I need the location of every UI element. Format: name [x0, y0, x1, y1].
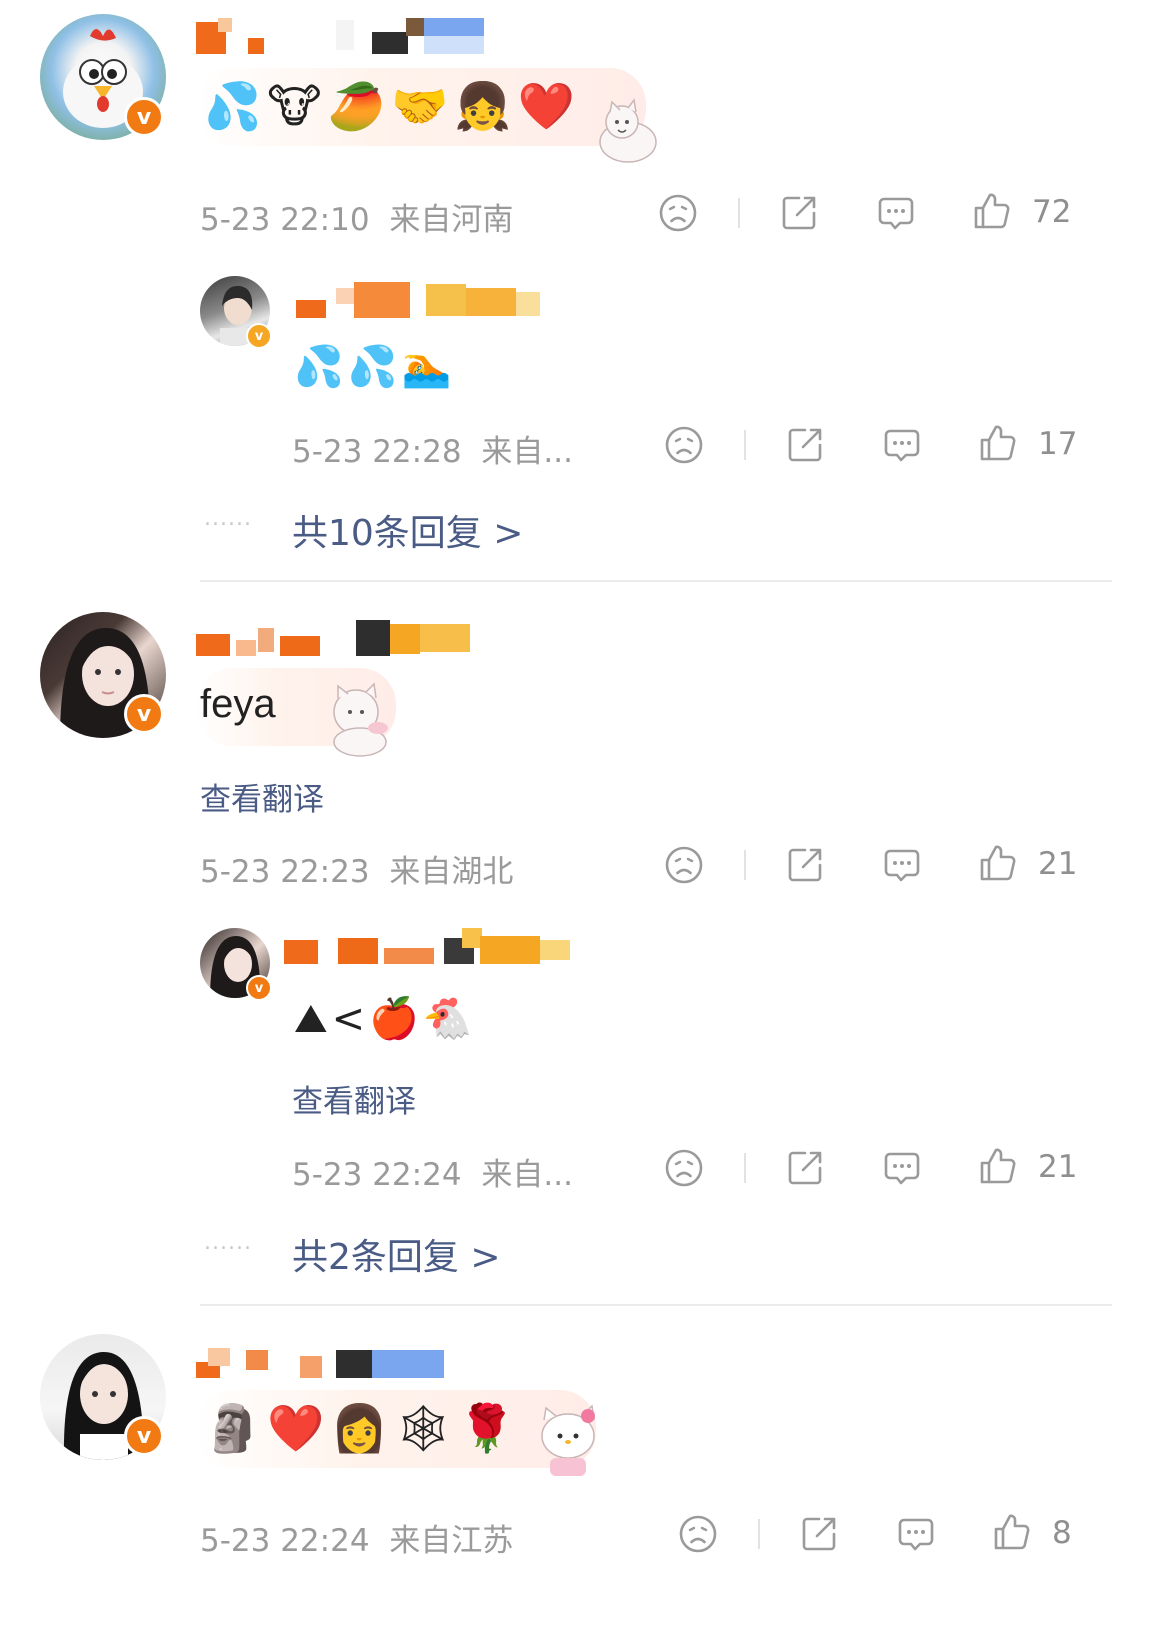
view-translation-link[interactable]: 查看翻译	[292, 1076, 416, 1121]
comment-bubble-icon	[882, 425, 922, 465]
comment-emoji-text: 🗿❤️👩🕸🌹	[204, 1401, 522, 1455]
replies-dots: ......	[204, 506, 252, 531]
view-replies-link[interactable]: 共10条回复 >	[292, 504, 523, 556]
reply-timestamp: 5-23 22:24 来自...	[292, 1149, 573, 1194]
divider-vertical	[738, 198, 740, 228]
comment-emoji-text: 💦🐮🥭🤝👧❤️	[204, 79, 581, 133]
location-text: 来自河南	[389, 202, 514, 238]
sad-face-icon	[664, 845, 704, 885]
dislike-button[interactable]	[664, 845, 704, 885]
username-obscured[interactable]	[196, 1342, 448, 1378]
share-button[interactable]	[799, 1514, 839, 1554]
divider-vertical	[758, 1519, 760, 1549]
verified-badge-icon: v	[124, 1416, 164, 1456]
location-text: 来自湖北	[389, 854, 514, 890]
comment-button[interactable]	[882, 425, 922, 465]
comment-bubble-icon	[896, 1514, 936, 1554]
comment-button[interactable]	[882, 845, 922, 885]
timestamp-text: 5-23 22:23	[200, 854, 370, 890]
share-icon	[785, 425, 825, 465]
replies-dots: ......	[204, 1230, 252, 1255]
cat-sticker-decoration-icon	[592, 98, 664, 176]
comment-button[interactable]	[882, 1148, 922, 1188]
timestamp-text: 5-23 22:28	[292, 434, 462, 470]
reply-username-obscured[interactable]	[284, 928, 572, 964]
cat-sticker-decoration-icon	[320, 680, 400, 770]
sad-face-icon	[664, 425, 704, 465]
username-obscured[interactable]	[196, 620, 472, 656]
thumbs-up-icon	[978, 843, 1018, 883]
timestamp-text: 5-23 22:24	[292, 1157, 462, 1193]
dislike-button[interactable]	[658, 193, 698, 233]
comment-timestamp: 5-23 22:23 来自湖北	[200, 846, 513, 891]
view-replies-link[interactable]: 共2条回复 >	[292, 1228, 501, 1280]
like-count: 21	[1038, 846, 1078, 882]
timestamp-text: 5-23 22:10	[200, 202, 370, 238]
dislike-button[interactable]	[678, 1514, 718, 1554]
thumbs-up-icon	[972, 191, 1012, 231]
sad-face-icon	[664, 1148, 704, 1188]
share-button[interactable]	[785, 425, 825, 465]
like-button[interactable]	[978, 1146, 1018, 1186]
share-button[interactable]	[785, 845, 825, 885]
view-translation-link[interactable]: 查看翻译	[200, 774, 324, 819]
like-button[interactable]	[992, 1512, 1032, 1552]
comment-button[interactable]	[896, 1514, 936, 1554]
location-text: 来自江苏	[389, 1523, 514, 1559]
comment-divider	[200, 580, 1112, 582]
comment-divider	[200, 1304, 1112, 1306]
thumbs-up-icon	[978, 1146, 1018, 1186]
verified-badge-icon: v	[246, 975, 272, 1001]
comment-text: feya	[200, 682, 276, 726]
share-icon	[785, 845, 825, 885]
verified-badge-icon: v	[246, 323, 272, 349]
share-icon	[779, 193, 819, 233]
divider-vertical	[744, 430, 746, 460]
comment-bubble-icon	[876, 193, 916, 233]
comment-bubble-icon	[882, 1148, 922, 1188]
username-obscured[interactable]	[196, 18, 491, 54]
thumbs-up-icon	[992, 1512, 1032, 1552]
comment-bubble-icon	[882, 845, 922, 885]
thumbs-up-icon	[978, 423, 1018, 463]
hello-kitty-sticker-decoration-icon	[528, 1400, 608, 1490]
reply-emoji-text: ⛰<🍎🐔	[294, 996, 477, 1042]
verified-badge-icon: v	[124, 694, 164, 734]
comment-timestamp: 5-23 22:10 来自河南	[200, 194, 513, 239]
share-icon	[785, 1148, 825, 1188]
reply-timestamp: 5-23 22:28 来自...	[292, 426, 573, 471]
like-button[interactable]	[978, 423, 1018, 463]
like-count: 21	[1038, 1149, 1078, 1185]
divider-vertical	[744, 850, 746, 880]
dislike-button[interactable]	[664, 425, 704, 465]
divider-vertical	[744, 1153, 746, 1183]
reply-emoji-text: 💦💦🏊	[294, 344, 456, 390]
dislike-button[interactable]	[664, 1148, 704, 1188]
comment-timestamp: 5-23 22:24 来自江苏	[200, 1515, 513, 1560]
location-text: 来自...	[481, 434, 573, 470]
like-button[interactable]	[978, 843, 1018, 883]
like-button[interactable]	[972, 191, 1012, 231]
comment-button[interactable]	[876, 193, 916, 233]
reply-username-obscured[interactable]	[296, 282, 540, 318]
timestamp-text: 5-23 22:24	[200, 1523, 370, 1559]
share-icon	[799, 1514, 839, 1554]
sad-face-icon	[678, 1514, 718, 1554]
location-text: 来自...	[481, 1157, 573, 1193]
like-count: 8	[1052, 1515, 1072, 1551]
verified-badge-icon: v	[124, 97, 164, 137]
share-button[interactable]	[785, 1148, 825, 1188]
share-button[interactable]	[779, 193, 819, 233]
like-count: 72	[1032, 194, 1072, 230]
like-count: 17	[1038, 426, 1078, 462]
sad-face-icon	[658, 193, 698, 233]
